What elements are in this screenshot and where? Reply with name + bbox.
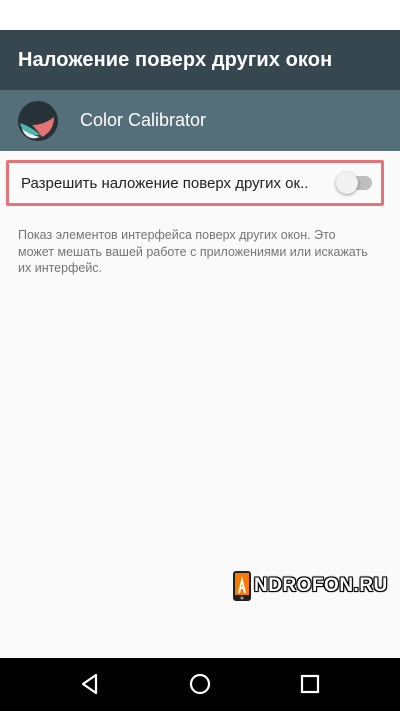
color-calibrator-icon (18, 100, 58, 141)
overlay-description: Показ элементов интерфейса поверх других… (18, 228, 368, 275)
status-bar (0, 0, 400, 30)
overlay-permission-row[interactable]: Разрешить наложение поверх других ок.. (6, 160, 384, 206)
navigation-bar (0, 658, 400, 711)
home-icon[interactable] (188, 672, 212, 696)
back-icon[interactable] (78, 672, 102, 696)
watermark-text: NDROFON.RU (254, 575, 388, 596)
page-title: Наложение поверх других окон (18, 48, 333, 71)
app-header: Color Calibrator (0, 90, 400, 151)
app-name: Color Calibrator (80, 110, 207, 130)
overlay-permission-toggle[interactable] (334, 171, 374, 195)
overlay-permission-label: Разрешить наложение поверх других ок.. (21, 174, 309, 192)
watermark: NDROFON.RU (232, 569, 388, 603)
recents-icon[interactable] (298, 672, 322, 696)
toggle-thumb (336, 172, 358, 194)
androfon-logo-icon (233, 571, 251, 601)
toolbar: Наложение поверх других окон (0, 30, 400, 90)
